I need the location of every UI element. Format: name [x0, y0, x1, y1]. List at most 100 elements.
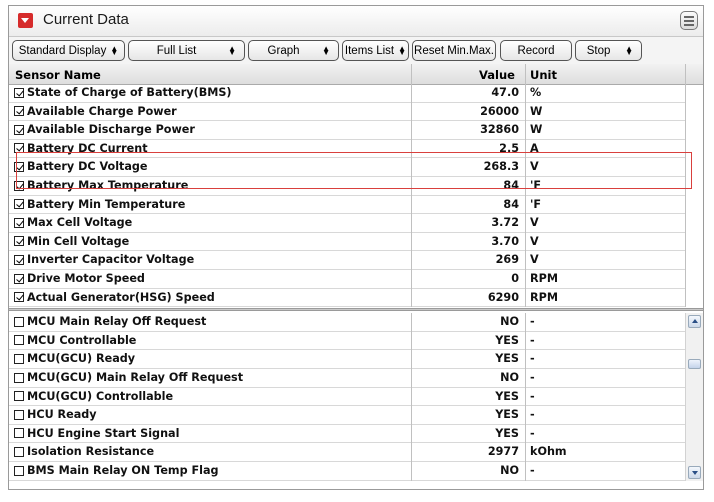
collapse-arrow-icon[interactable] — [18, 13, 33, 28]
sensor-name: Battery Min Temperature — [27, 197, 186, 211]
table-row[interactable]: Battery Max Temperature 84 'F — [9, 177, 685, 196]
table-row[interactable]: Min Cell Voltage 3.70 V — [9, 233, 685, 252]
scroll-down-icon[interactable] — [688, 465, 701, 479]
sensor-unit: - — [530, 352, 535, 366]
row-checkbox[interactable] — [14, 254, 24, 265]
sensor-value: NO — [500, 371, 519, 384]
items-list-label: Items List — [344, 44, 395, 57]
sensor-name: Actual Generator(HSG) Speed — [27, 290, 215, 304]
sensor-unit: 'F — [530, 179, 542, 192]
row-checkbox[interactable] — [14, 465, 24, 476]
sensor-value: 2977 — [487, 445, 519, 459]
row-checkbox[interactable] — [14, 409, 24, 420]
table-row[interactable]: Available Charge Power 26000 W — [9, 103, 685, 122]
sensor-unit: - — [530, 389, 535, 403]
sensor-unit: - — [530, 333, 535, 347]
table-row[interactable]: MCU Main Relay Off Request NO - — [9, 313, 685, 332]
sensor-unit: W — [530, 123, 543, 137]
sensor-value: 3.72 — [491, 216, 519, 230]
sensor-unit: - — [530, 464, 535, 477]
sensor-value: NO — [500, 315, 519, 329]
sensor-unit: RPM — [530, 290, 558, 304]
row-checkbox[interactable] — [14, 428, 24, 439]
current-data-panel: Current Data Standard Display ▲ ▼ Full Li… — [8, 5, 704, 490]
table-row[interactable]: MCU(GCU) Controllable YES - — [9, 388, 685, 407]
menu-icon[interactable] — [680, 11, 698, 30]
table-row[interactable]: MCU(GCU) Main Relay Off Request NO - — [9, 369, 685, 388]
table-row[interactable]: Battery DC Current 2.5 A — [9, 140, 685, 159]
table-row[interactable]: HCU Ready YES - — [9, 406, 685, 425]
row-checkbox[interactable] — [14, 273, 24, 284]
row-checkbox[interactable] — [14, 292, 24, 303]
table-row[interactable]: Battery Min Temperature 84 'F — [9, 196, 685, 215]
table-row[interactable]: Battery DC Voltage 268.3 V — [9, 158, 685, 177]
column-divider — [685, 64, 686, 308]
row-checkbox[interactable] — [14, 353, 24, 364]
table-row[interactable]: Drive Motor Speed 0 RPM — [9, 270, 685, 289]
header-sensor-name[interactable]: Sensor Name — [15, 68, 101, 82]
window-title: Current Data — [43, 11, 129, 28]
row-checkbox[interactable] — [14, 316, 24, 327]
table-row[interactable]: MCU(GCU) Ready YES - — [9, 350, 685, 369]
header-unit[interactable]: Unit — [530, 68, 557, 82]
table-row[interactable]: State of Charge of Battery(BMS) 47.0% — [9, 84, 685, 103]
sensor-unit: - — [530, 426, 535, 440]
sensor-value: 269 — [495, 253, 519, 267]
row-checkbox[interactable] — [14, 199, 24, 210]
row-checkbox[interactable] — [14, 106, 24, 117]
sensor-name: State of Charge of Battery(BMS) — [27, 86, 232, 99]
sensor-unit: V — [530, 160, 539, 174]
scroll-thumb[interactable] — [688, 359, 701, 370]
sensor-name: Battery DC Current — [27, 141, 148, 155]
table-row[interactable]: Max Cell Voltage 3.72 V — [9, 214, 685, 233]
record-button[interactable]: Record — [500, 40, 572, 61]
table-row[interactable]: Inverter Capacitor Voltage 269 V — [9, 251, 685, 270]
sensor-unit: kOhm — [530, 445, 567, 459]
vertical-scrollbar[interactable] — [685, 313, 703, 481]
sensor-value: YES — [495, 333, 519, 347]
sensor-name: Inverter Capacitor Voltage — [27, 253, 195, 267]
row-checkbox[interactable] — [14, 391, 24, 402]
items-list-select[interactable]: Items List ▲ ▼ — [342, 40, 409, 61]
row-checkbox[interactable] — [14, 335, 24, 346]
section-divider — [9, 308, 703, 312]
header-value[interactable]: Value — [479, 68, 515, 82]
table-row[interactable]: Actual Generator(HSG) Speed 6290 RPM — [9, 289, 685, 308]
title-bar: Current Data — [9, 6, 703, 37]
table-row[interactable]: Available Discharge Power 32860 W — [9, 121, 685, 140]
sensor-value: 32860 — [480, 123, 519, 137]
sensor-value: YES — [495, 408, 519, 422]
column-divider — [411, 313, 412, 481]
spin-arrows-icon: ▲ ▼ — [110, 43, 119, 57]
sensor-name: Drive Motor Speed — [27, 272, 145, 285]
row-checkbox[interactable] — [14, 180, 24, 191]
row-checkbox[interactable] — [14, 161, 24, 172]
sensor-value: 47.0 — [491, 86, 519, 99]
stop-select[interactable]: Stop ▲ ▼ — [575, 40, 642, 61]
table-row[interactable]: Isolation Resistance 2977 kOhm — [9, 443, 685, 462]
row-checkbox[interactable] — [14, 446, 24, 457]
display-mode-select[interactable]: Standard Display ▲ ▼ — [12, 40, 125, 61]
table-row[interactable]: MCU Controllable YES - — [9, 332, 685, 351]
row-checkbox[interactable] — [14, 372, 24, 383]
sensor-name: Battery DC Voltage — [27, 160, 148, 174]
row-checkbox[interactable] — [14, 87, 24, 98]
row-checkbox[interactable] — [14, 143, 24, 154]
scroll-up-icon[interactable] — [688, 315, 701, 329]
column-divider — [525, 64, 526, 308]
spin-arrows-icon: ▲ ▼ — [322, 43, 330, 57]
graph-select[interactable]: Graph ▲ ▼ — [248, 40, 339, 61]
list-mode-select[interactable]: Full List ▲ ▼ — [128, 40, 245, 61]
row-checkbox[interactable] — [14, 236, 24, 247]
table-row[interactable]: HCU Engine Start Signal YES - — [9, 425, 685, 444]
row-checkbox[interactable] — [14, 217, 24, 228]
stop-label: Stop — [586, 44, 611, 57]
row-checkbox[interactable] — [14, 124, 24, 135]
sensor-name: BMS Main Relay ON Temp Flag — [27, 464, 219, 477]
sensor-name: Battery Max Temperature — [27, 179, 189, 192]
sensor-value: 26000 — [480, 104, 519, 118]
reset-minmax-button[interactable]: Reset Min.Max. — [412, 40, 496, 61]
table-row[interactable]: BMS Main Relay ON Temp Flag NO - — [9, 462, 685, 481]
spin-arrows-icon: ▲ ▼ — [398, 43, 407, 57]
record-label: Record — [517, 44, 555, 57]
